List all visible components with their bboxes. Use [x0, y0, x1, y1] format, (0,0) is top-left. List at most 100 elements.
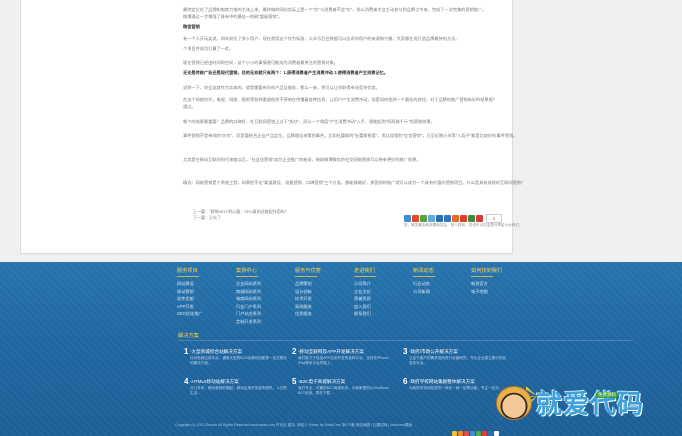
social-icon[interactable]: [458, 431, 463, 436]
solution-title-link[interactable]: -HTML5移动站解决方案: [190, 379, 239, 385]
prev-label: 上一篇：: [193, 209, 209, 214]
social-icon[interactable]: [464, 431, 469, 436]
solution-description: 针对电商应用平台，通常大型的B2C电商网站都是一站式服务的解决方案。: [190, 356, 287, 365]
footer-link[interactable]: APP开发: [177, 303, 233, 311]
solution-title-link[interactable]: -政府/市政公开解决方案: [409, 349, 458, 355]
footer-link[interactable]: 企业网站系列: [236, 280, 292, 288]
solution-title-link[interactable]: -移动互联网及APP开发解决方案: [298, 349, 364, 355]
share-icon[interactable]: [404, 215, 411, 223]
footer-link[interactable]: 企业文化: [354, 288, 410, 296]
next-post[interactable]: 下一篇：没有了: [193, 215, 289, 221]
share-icon[interactable]: [420, 215, 427, 223]
footer-link[interactable]: 行业动态: [413, 280, 469, 288]
solution-number: 3: [403, 347, 408, 356]
solution-description: 我们致力于包括APP应用开发的各种平台，支持在iPhone、iPad等多平台终端…: [298, 356, 392, 365]
article-line: 现在营销已经由时间和空间，这个小小的事情便可能成为消费者最关注的营销对象。: [183, 60, 338, 65]
article-panel: 最终定位在了品牌和电商力推的主体上来，最终做的网站实际上是一个"价"与消费者不会…: [20, 0, 523, 254]
footer-column-title[interactable]: 案例中心: [236, 267, 292, 275]
article-line: 无论是传统广告还是现代营销，目的无非就只有两个：1.获得消费者产生消费冲动 2.…: [183, 70, 388, 75]
footer-link[interactable]: 电子地图: [471, 288, 527, 296]
footer-column: 新闻动态行业动态 公司新闻: [413, 267, 469, 295]
footer-column-title[interactable]: 新闻动态: [413, 267, 469, 275]
footer-link[interactable]: 软件定制: [177, 295, 233, 303]
footer-column-title[interactable]: 服务项目: [177, 267, 233, 275]
social-icon[interactable]: [470, 431, 475, 436]
footer-column-title[interactable]: 走进我们: [354, 267, 410, 275]
article-line: 微博通过一步增强了既有中的最佳一把刷"超级营销"。: [183, 14, 283, 19]
social-icon[interactable]: [482, 431, 487, 436]
solution-number: 5: [292, 377, 297, 386]
footer-column-underline: [295, 276, 317, 277]
solution-title-link[interactable]: -政府学校网站集群整体解决方案: [409, 379, 475, 385]
footer-link[interactable]: 定制开发系列: [236, 318, 292, 326]
footer-column: 如何找到我们 新浪官方 电子地图: [471, 267, 527, 295]
footer-column: 服务与优势品牌策划 设计创新 技术开发 高效服务 优质服务: [295, 267, 351, 318]
solution-description: 为政府学校网站提供一体化一网一站等功能，专注一站式...: [409, 386, 502, 390]
social-icons: [452, 423, 500, 436]
share-icon[interactable]: [476, 215, 483, 223]
solutions-divider: [178, 340, 633, 341]
post-navigation: 上一篇："营销SEO"的心路：SEO真的还能起作用吗？ 下一篇：没有了: [193, 209, 289, 221]
share-note: 您、转发都会有效果转发后，别人将转，您也可以在这里分享给小伙伴们。: [404, 223, 523, 227]
footer-link[interactable]: 门户站应系列: [236, 310, 292, 318]
footer-link[interactable]: 网站建设: [177, 280, 233, 288]
footer-column-underline: [236, 276, 258, 277]
footer-column-underline: [413, 276, 435, 277]
article-line: 有一个人开玩笑说，四年前拉了多少用户，现在就用这个作为标准，公众号后台数据可以告…: [183, 36, 460, 41]
footer-link[interactable]: 优质服务: [295, 310, 351, 318]
solution-number: 2: [292, 347, 297, 356]
share-icon[interactable]: [444, 215, 451, 223]
share-bar: 0: [404, 210, 524, 224]
mascot-face-icon: [496, 386, 532, 420]
article-line: 哪个的效果最重要？品牌的口碑好，在互联网营销上过于"热炒"，而从一个角度"产生消…: [183, 119, 435, 124]
solution-title-link[interactable]: -大型商城综合站解决方案: [190, 349, 242, 355]
solution-number: 6: [403, 377, 408, 386]
footer-column: 走进我们公司简介 企业文化 荣誉资质 加入我们 联系我们: [354, 267, 410, 318]
footer-link[interactable]: 移动营销: [177, 288, 233, 296]
article-line: 通过。: [183, 104, 196, 109]
footer-link[interactable]: 公司新闻: [413, 288, 469, 296]
share-icon[interactable]: [460, 215, 467, 223]
copyright-text: Copyright (c) 2012 Gecom All Rights Rese…: [175, 423, 413, 427]
footer-link[interactable]: 公司简介: [354, 280, 410, 288]
footer-link[interactable]: 高效服务: [295, 303, 351, 311]
article-line: 说到一下，你会这就作为实体的，就是需要有你的产品及服务，那么一来，将可以让你取得…: [183, 85, 380, 90]
share-icon[interactable]: [452, 215, 459, 223]
footer-link[interactable]: 联系我们: [354, 310, 410, 318]
social-icon[interactable]: [476, 431, 481, 436]
share-icon[interactable]: [468, 215, 475, 223]
footer-column-title[interactable]: 服务与优势: [295, 267, 351, 275]
footer-link[interactable]: 新浪官方: [471, 280, 527, 288]
footer-column-underline: [354, 276, 376, 277]
footer-column-title[interactable]: 如何找到我们: [471, 267, 527, 275]
solution-description: 我们专业、可靠的B2C商城系统，为商家提供从ShoSever B2C系统，现在下…: [298, 386, 390, 395]
footer-link[interactable]: 电商网站系列: [236, 295, 292, 303]
footer-link[interactable]: 加入我们: [354, 303, 410, 311]
footer-link[interactable]: 品牌策划: [295, 280, 351, 288]
solution-title-link[interactable]: -B2C电子商城解决方案: [298, 379, 345, 385]
share-icon[interactable]: [428, 215, 435, 223]
next-post-link[interactable]: 没有了: [209, 215, 221, 220]
article-line: 个项目并成功打赢了一仗。: [183, 46, 234, 51]
share-icon[interactable]: [436, 215, 443, 223]
next-label: 下一篇：: [193, 215, 209, 220]
solutions-title: 解决方案: [178, 333, 199, 339]
share-count: 0: [486, 214, 502, 224]
article-line: 最终定位在了品牌和电商力推的主体上来，最终做的网站实际上是一个"价"与消费者不会…: [183, 7, 487, 12]
footer-link[interactable]: 商城网站系列: [236, 288, 292, 296]
footer-link[interactable]: 设计创新: [295, 288, 351, 296]
social-icon[interactable]: [452, 431, 457, 436]
footer-link[interactable]: SEO优化推广: [177, 310, 233, 318]
watermark-logo: 就爱代码 免费源码: [496, 372, 682, 436]
footer-column: 案例中心企业网站系列 商城网站系列 电商网站系列 行业门户系列 门户站应系列 定制开发系列: [236, 267, 292, 325]
article-line: 微信营销: [183, 24, 200, 29]
prev-post-link[interactable]: "营销SEO"的心路：SEO真的还能起作用吗？: [209, 209, 289, 214]
solution-number: 4: [184, 377, 189, 386]
social-icon[interactable]: [488, 431, 493, 436]
share-icon[interactable]: [412, 215, 419, 223]
watermark-badge: 免费源码: [596, 392, 618, 398]
footer-link[interactable]: 技术开发: [295, 295, 351, 303]
solution-description: 立足于客户的需求进而进行全面研究，专为企业建立集中的信息化平台。: [409, 356, 507, 365]
footer-link[interactable]: 行业门户系列: [236, 303, 292, 311]
footer-link[interactable]: 荣誉资质: [354, 295, 410, 303]
